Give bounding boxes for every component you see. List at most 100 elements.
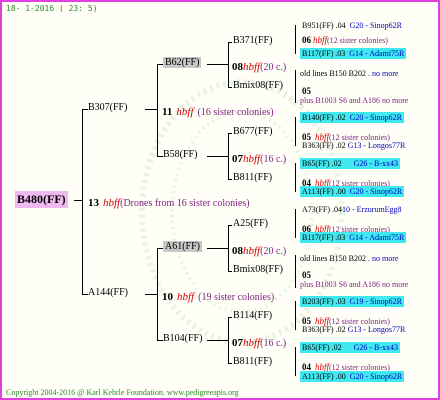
leaf-11-id: old lines B150 B202 bbox=[300, 254, 367, 263]
leaf-5[interactable]: B140(FF) .02 G20 - Sinop62R bbox=[300, 112, 405, 123]
gen2-num-3: 08 bbox=[232, 245, 243, 257]
leaf-13[interactable]: B203(FF) .03 G19 - Sinop62R bbox=[300, 296, 405, 307]
leaf-8-id: A113(FF) bbox=[302, 187, 334, 196]
leaf-2-origin: G14 - Adami75R bbox=[349, 49, 405, 58]
gen3-queen-2[interactable]: Bmix08(FF) bbox=[233, 80, 283, 91]
gen3-hbff-1: hbff bbox=[313, 35, 328, 45]
leaf-4-id: plus B1003 S6 and A186 bbox=[300, 96, 381, 105]
leaf-10-origin: G14 - Adami75R bbox=[349, 233, 405, 242]
gen3-queen-4[interactable]: B811(FF) bbox=[233, 172, 272, 183]
leaf-2-id: B117(FF) bbox=[302, 49, 334, 58]
gen2-hbff-1: hbff bbox=[243, 61, 261, 73]
gen2-note-3: (20 c.) bbox=[260, 246, 287, 257]
leaf-11-note: . no more bbox=[368, 254, 399, 263]
leaf-13-val: .03 bbox=[335, 297, 346, 306]
leaf-7[interactable]: B65(FF) .02 G26 - B-xx43 bbox=[300, 158, 401, 169]
gen3-queen-3[interactable]: B677(FF) bbox=[233, 126, 272, 137]
leaf-5-origin: G20 - Sinop62R bbox=[349, 113, 403, 122]
leaf-6-id: B363(FF) bbox=[302, 141, 334, 150]
gen2-num-1: 08 bbox=[232, 61, 243, 73]
leaf-8[interactable]: A113(FF) .00 G20 - Sinop62R bbox=[300, 186, 405, 197]
leaf-12[interactable]: plus B1003 S6 and A186 no more bbox=[298, 279, 410, 290]
gen2-note-2: (16 c.) bbox=[260, 154, 287, 165]
leaf-9-val: .04 bbox=[332, 205, 343, 214]
leaf-7-val: .02 bbox=[331, 159, 342, 168]
leaf-16-val: .00 bbox=[335, 372, 346, 381]
gen2-hbff-4: hbff bbox=[243, 337, 261, 349]
gen1-queen-b307[interactable]: B307(FF) bbox=[88, 102, 127, 113]
leaf-8-val: .00 bbox=[335, 187, 346, 196]
root-queen[interactable]: B480(FF) bbox=[15, 191, 68, 208]
leaf-14-id: B363(FF) bbox=[302, 325, 334, 334]
leaf-9-origin: 10 - ErzurumEgg8 bbox=[342, 205, 402, 214]
gen2-queen-b62[interactable]: B62(FF) bbox=[163, 57, 202, 68]
root-drone-info: 13 hbff(Drones from 16 sister colonies) bbox=[88, 193, 250, 211]
leaf-13-origin: G19 - Sinop62R bbox=[349, 297, 403, 306]
gen2-note-4: (16 c.) bbox=[260, 338, 287, 349]
leaf-3-id: old lines B150 B202 bbox=[300, 69, 367, 78]
leaf-7-id: B65(FF) bbox=[302, 159, 330, 168]
leaf-16[interactable]: A113(FF) .00 G20 - Sinop62R bbox=[300, 371, 405, 382]
leaf-15-id: B65(FF) bbox=[302, 343, 330, 352]
gen2-queen-b58[interactable]: B58(FF) bbox=[163, 149, 197, 160]
leaf-1-origin: G20 - Sinop62R bbox=[349, 21, 403, 30]
leaf-14-origin: G13 - Longos77R bbox=[347, 325, 406, 334]
leaf-16-id: A113(FF) bbox=[302, 372, 334, 381]
leaf-13-id: B203(FF) bbox=[302, 297, 334, 306]
leaf-10-id: B117(FF) bbox=[302, 233, 334, 242]
gen1-queen-a144[interactable]: A144(FF) bbox=[88, 287, 128, 298]
gen2-hbff-2: hbff bbox=[243, 153, 261, 165]
leaf-2-val: .03 bbox=[335, 49, 346, 58]
gen3-drone-info-1: 06 hbff(12 sister colonies) bbox=[302, 35, 388, 45]
leaf-15-origin: G26 - B-xx43 bbox=[353, 343, 399, 352]
gen2-queen-a61[interactable]: A61(FF) bbox=[163, 241, 203, 252]
leaf-9-id: A73(FF) bbox=[302, 205, 331, 214]
leaf-3-note: . no more bbox=[368, 69, 399, 78]
gen2-num-4: 07 bbox=[232, 337, 243, 349]
gen3-note-1: (12 sister colonies) bbox=[327, 36, 388, 45]
leaf-9[interactable]: A73(FF) .0410 - ErzurumEgg8 bbox=[300, 204, 404, 215]
gen3-queen-5[interactable]: A25(FF) bbox=[233, 218, 268, 229]
leaf-1[interactable]: B951(FF) .04 G20 - Sinop62R bbox=[300, 20, 404, 31]
leaf-10-val: .03 bbox=[335, 233, 346, 242]
gen1-note-2: (19 sister colonies) bbox=[198, 292, 275, 303]
leaf-4-note: no more bbox=[382, 96, 409, 105]
root-num: 13 bbox=[88, 197, 99, 209]
leaf-3[interactable]: old lines B150 B202 . no more bbox=[298, 68, 400, 79]
date-stamp: 18- 1-2016 ( 23: 5) bbox=[6, 4, 98, 13]
gen3-num-1: 06 bbox=[302, 35, 311, 45]
gen1-num-1: 11 bbox=[162, 106, 173, 118]
leaf-12-id: plus B1003 S6 and A186 bbox=[300, 280, 381, 289]
leaf-5-id: B140(FF) bbox=[302, 113, 334, 122]
gen3-queen-8[interactable]: B811(FF) bbox=[233, 356, 272, 367]
leaf-1-val: .04 bbox=[335, 21, 346, 30]
leaf-5-val: .02 bbox=[335, 113, 346, 122]
gen2-hbff-3: hbff bbox=[243, 245, 261, 257]
gen3-queen-7[interactable]: B114(FF) bbox=[233, 310, 272, 321]
root-hbff: hbff bbox=[103, 197, 121, 209]
leaf-4[interactable]: plus B1003 S6 and A186 no more bbox=[298, 95, 410, 106]
gen1-note-1: (16 sister colonies) bbox=[197, 107, 274, 118]
leaf-15[interactable]: B65(FF) .02 G26 - B-xx43 bbox=[300, 342, 401, 353]
gen2-drone-info-3: 08hbff(20 c.) bbox=[232, 241, 286, 259]
pedigree-page: 18- 1-2016 ( 23: 5) B480(FF) 13 hbff(Dro… bbox=[0, 0, 440, 400]
gen2-note-1: (20 c.) bbox=[260, 62, 287, 73]
leaf-15-val: .02 bbox=[331, 343, 342, 352]
leaf-10[interactable]: B117(FF) .03 G14 - Adami75R bbox=[300, 232, 407, 243]
gen3-queen-6[interactable]: Bmix08(FF) bbox=[233, 264, 283, 275]
gen1-hbff-2: hbff bbox=[177, 291, 195, 303]
gen2-queen-b104[interactable]: B104(FF) bbox=[163, 333, 202, 344]
leaf-11[interactable]: old lines B150 B202 . no more bbox=[298, 253, 400, 264]
leaf-14[interactable]: B363(FF) .02 G13 - Longos77R bbox=[300, 324, 407, 335]
gen1-num-2: 10 bbox=[162, 291, 173, 303]
leaf-6[interactable]: B363(FF) .02 G13 - Longos77R bbox=[300, 140, 407, 151]
leaf-2[interactable]: B117(FF) .03 G14 - Adami75R bbox=[300, 48, 407, 59]
gen2-num-2: 07 bbox=[232, 153, 243, 165]
gen3-queen-1[interactable]: B371(FF) bbox=[233, 35, 272, 46]
gen2-drone-info-2: 07hbff(16 c.) bbox=[232, 149, 286, 167]
leaf-1-id: B951(FF) bbox=[302, 21, 334, 30]
leaf-16-origin: G20 - Sinop62R bbox=[349, 372, 403, 381]
leaf-7-origin: G26 - B-xx43 bbox=[353, 159, 399, 168]
gen1-drone-info-1: 11 hbff (16 sister colonies) bbox=[162, 102, 274, 120]
gen1-hbff-1: hbff bbox=[176, 106, 194, 118]
